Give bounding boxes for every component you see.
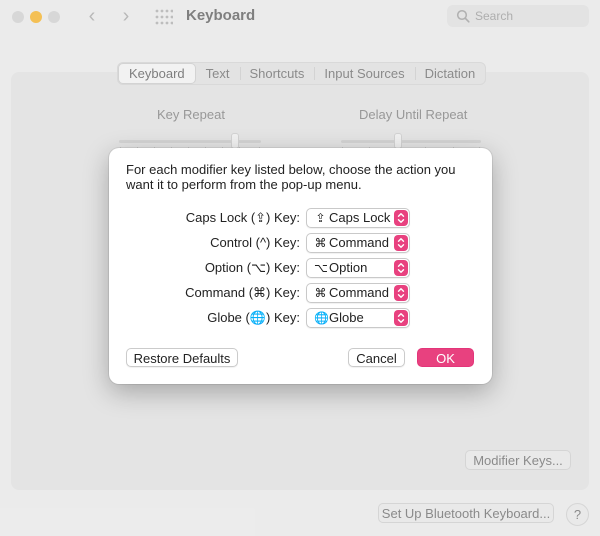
caps-lock-icon: ⇪ xyxy=(315,211,326,225)
command-key-label: Command (⌘) Key: xyxy=(185,285,300,300)
control-key-label: Control (^) Key: xyxy=(210,235,300,250)
up-down-arrows-icon xyxy=(394,260,408,276)
popup-value: Option xyxy=(329,260,368,275)
command-popup[interactable]: ⌘ Command xyxy=(306,283,410,303)
globe-popup[interactable]: 🌐 Globe xyxy=(306,308,410,328)
globe-key-label: Globe (🌐) Key: xyxy=(207,310,300,325)
restore-defaults-button[interactable]: Restore Defaults xyxy=(126,348,238,367)
modifier-row-control: Control (^) Key: ⌘ Command xyxy=(109,233,492,253)
up-down-arrows-icon xyxy=(394,310,408,326)
caps-lock-popup[interactable]: ⇪ Caps Lock xyxy=(306,208,410,228)
modifier-row-caps-lock: Caps Lock (⇪) Key: ⇪ Caps Lock xyxy=(109,208,492,228)
popup-value: Caps Lock xyxy=(329,210,391,225)
up-down-arrows-icon xyxy=(394,285,408,301)
modifier-keys-dialog: For each modifier key listed below, choo… xyxy=(109,148,492,384)
up-down-arrows-icon xyxy=(394,210,408,226)
option-icon: ⌥ xyxy=(314,261,328,275)
command-icon: ⌘ xyxy=(314,286,327,300)
modifier-row-command: Command (⌘) Key: ⌘ Command xyxy=(109,283,492,303)
modifier-row-option: Option (⌥) Key: ⌥ Option xyxy=(109,258,492,278)
dialog-message: For each modifier key listed below, choo… xyxy=(126,162,456,192)
ok-button[interactable]: OK xyxy=(417,348,474,367)
command-icon: ⌘ xyxy=(314,236,327,250)
popup-value: Command xyxy=(329,235,389,250)
popup-value: Command xyxy=(329,285,389,300)
cancel-button[interactable]: Cancel xyxy=(348,348,405,367)
globe-icon: 🌐 xyxy=(314,311,329,325)
control-popup[interactable]: ⌘ Command xyxy=(306,233,410,253)
popup-value: Globe xyxy=(329,310,364,325)
up-down-arrows-icon xyxy=(394,235,408,251)
option-popup[interactable]: ⌥ Option xyxy=(306,258,410,278)
option-key-label: Option (⌥) Key: xyxy=(204,260,300,275)
modifier-row-globe: Globe (🌐) Key: 🌐 Globe xyxy=(109,308,492,328)
system-preferences-window: ‹ › Keyboard Keyboard Text xyxy=(0,0,600,536)
caps-lock-key-label: Caps Lock (⇪) Key: xyxy=(185,210,300,225)
